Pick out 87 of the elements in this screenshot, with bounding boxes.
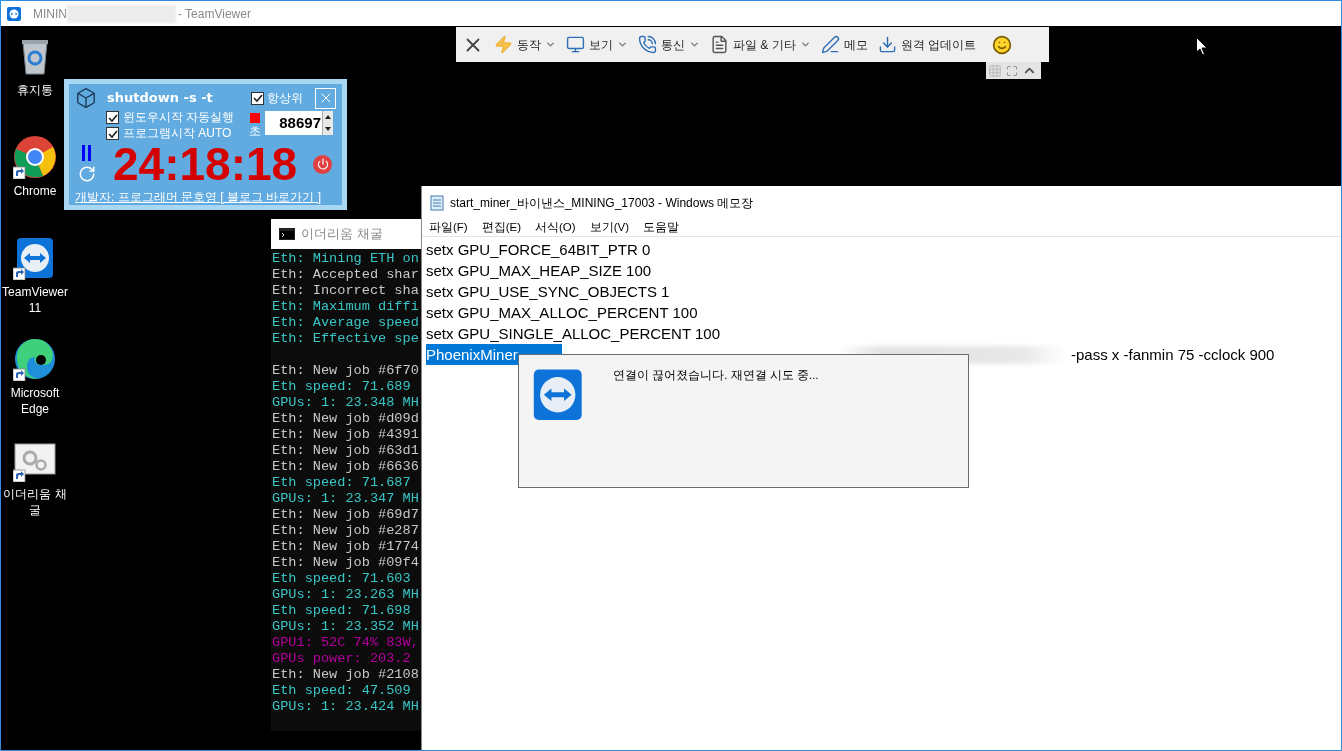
toolbar-menu-button[interactable]: 동작 <box>494 35 556 54</box>
console-line: Eth: Mining ETH on <box>272 251 420 267</box>
smiley-icon[interactable] <box>992 34 1012 55</box>
document-icon <box>710 35 729 54</box>
checkbox-label: 윈도우시작 자동실행 <box>123 111 235 124</box>
console-line: Eth: New job #e287 <box>272 523 420 539</box>
text-line: setx GPU_MAX_ALLOC_PERCENT 100 <box>426 303 698 323</box>
console-line: Eth: Effective spe <box>272 331 420 347</box>
caret-icon <box>799 39 811 50</box>
text-line: setx GPU_SINGLE_ALLOC_PERCENT 100 <box>426 324 721 344</box>
checkbox[interactable] <box>106 127 119 140</box>
pencil-icon <box>820 35 840 54</box>
toolbar-menu-button[interactable]: 보기 <box>566 35 628 54</box>
toolbar-menu-button[interactable]: 원격 업데이트 <box>877 35 976 54</box>
console-line: Eth: New job #4391 <box>272 427 420 443</box>
fullscreen-icon[interactable] <box>1006 64 1018 77</box>
console-line: Eth: New job #d09d <box>272 411 420 427</box>
toolbar-menu-button[interactable]: 메모 <box>820 35 868 54</box>
toolbar-menu-button[interactable]: 통신 <box>638 35 700 54</box>
console-line: Eth speed: 71.689 <box>272 379 412 395</box>
console-line: Eth: New job #2108 <box>272 667 420 683</box>
console-line: GPUs: 1: 23.263 MH <box>272 587 420 603</box>
menu-item[interactable]: 편집(E) <box>481 218 522 237</box>
window-title: start_miner_바이낸스_MINING_17003 - Windows 메모장 <box>450 194 754 212</box>
desktop-icon-label[interactable]: 휴지통 <box>17 82 53 98</box>
checkbox[interactable] <box>106 111 119 124</box>
console-line: Eth: New job #6f70 <box>272 363 420 379</box>
toolbar-menu-button[interactable]: 파일 & 기타 <box>710 35 811 54</box>
mouse-cursor-icon <box>1196 37 1208 56</box>
desktop-icon-label[interactable]: 이더리움 채굴 <box>1 486 69 518</box>
caret-icon <box>545 39 556 50</box>
console-line: Eth: New job #1774 <box>272 539 420 555</box>
checkbox[interactable] <box>251 91 264 105</box>
console-line: Eth speed: 71.687 <box>272 475 412 491</box>
console-line: GPU1: 52C 74% 83W, <box>272 635 420 651</box>
console-line: Eth: New job #69d7 <box>272 507 420 523</box>
checkbox-label: 프로그램시작 AUTO <box>123 127 232 140</box>
desktop-icon-label[interactable]: Microsoft Edge <box>1 385 69 417</box>
console-line: Eth: Average speed <box>272 315 420 331</box>
console-line: GPUs: 1: 23.424 MH <box>272 699 420 715</box>
spinner[interactable] <box>322 111 333 135</box>
console-line: GPUs: 1: 23.348 MH <box>272 395 420 411</box>
seconds-value: 88697 <box>278 113 322 133</box>
console-line: Eth speed: 71.603 <box>272 571 412 587</box>
menu-item[interactable]: 보기(V) <box>589 218 629 237</box>
caret-icon <box>617 39 628 50</box>
notepad-icon <box>430 194 444 211</box>
console-line: Eth: New job #09f4 <box>272 555 420 571</box>
console-line: Eth speed: 47.509 <box>272 683 412 699</box>
menu-item[interactable]: 도움말 <box>643 218 679 237</box>
console-line: Eth: Accepted shar <box>272 267 420 283</box>
pause-icon[interactable] <box>81 145 93 161</box>
monitor-icon <box>566 35 585 54</box>
text-line: -pass x -fanmin 75 -cclock 900 <box>1071 345 1275 365</box>
download-icon <box>877 35 897 54</box>
console-line: GPUs: 1: 23.352 MH <box>272 619 420 635</box>
desktop-icon-label[interactable]: TeamViewer 11 <box>1 284 69 316</box>
menu-item[interactable]: 파일(F) <box>429 218 468 237</box>
window-title: - TeamViewer <box>178 5 251 23</box>
command-text: shutdown -s -t <box>107 89 213 108</box>
console-line: Eth: Incorrect sha <box>272 283 420 299</box>
lightning-icon <box>494 35 513 54</box>
window-title: MININ <box>33 5 67 23</box>
desktop-icon-label[interactable]: Chrome <box>13 183 57 199</box>
console-line: GPUs power: 203.2 <box>272 651 412 667</box>
countdown-text: 24:18:18 <box>113 141 298 187</box>
menu-item[interactable]: 서식(O) <box>535 218 576 237</box>
power-button[interactable] <box>313 154 332 174</box>
checkbox-label: 항상위 <box>267 90 303 107</box>
record-icon <box>250 113 260 123</box>
text-line: setx GPU_USE_SYNC_OBJECTS 1 <box>426 282 670 302</box>
cube-icon <box>75 87 97 109</box>
console-line: Eth speed: 71.698 <box>272 603 412 619</box>
phone-icon <box>638 35 657 54</box>
console-line: Eth: New job #63d1 <box>272 443 420 459</box>
text-line: setx GPU_MAX_HEAP_SIZE 100 <box>426 261 652 281</box>
console-line: Eth: Maximum diffi <box>272 299 420 315</box>
console-line: Eth: New job #6636 <box>272 459 420 475</box>
console-title: 이더리움 채굴 <box>301 225 383 244</box>
text-line: setx GPU_FORCE_64BIT_PTR 0 <box>426 240 651 260</box>
caret-icon <box>689 39 700 50</box>
console-line: GPUs: 1: 23.347 MH <box>272 491 420 507</box>
unit-label: 초 <box>249 123 261 139</box>
dialog-message: 연결이 끊어졌습니다. 재연결 시도 중... <box>613 368 819 383</box>
seconds-field[interactable]: 88697 <box>265 111 333 135</box>
app-icon <box>7 6 21 21</box>
console-icon <box>279 228 295 240</box>
